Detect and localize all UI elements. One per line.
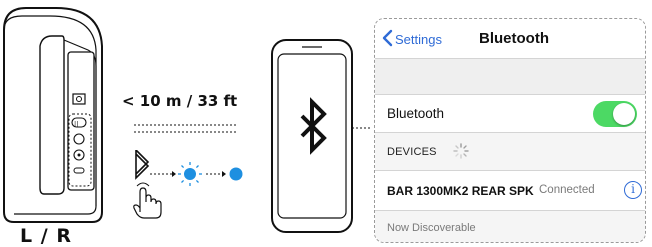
device-status: Connected xyxy=(539,184,595,196)
speaker-illustration: || xyxy=(3,7,103,223)
speaker-channel-label: L / R xyxy=(20,225,72,247)
svg-text:||: || xyxy=(74,120,78,128)
toggle-knob xyxy=(613,103,635,125)
discoverable-label: Now Discoverable xyxy=(387,222,476,234)
phone-illustration xyxy=(271,39,370,233)
back-button[interactable]: Settings xyxy=(395,32,442,47)
solid-led-icon xyxy=(229,167,243,181)
devices-header-row: DEVICES xyxy=(375,133,645,171)
finger-press-icon xyxy=(133,182,162,219)
blinking-led-icon xyxy=(178,162,202,186)
bluetooth-icon xyxy=(135,150,150,180)
section-spacer xyxy=(375,59,645,95)
range-dashed-line xyxy=(134,124,238,133)
chevron-left-icon[interactable] xyxy=(380,29,394,47)
info-icon[interactable]: i xyxy=(624,181,642,199)
bluetooth-label: Bluetooth xyxy=(387,106,445,121)
device-name: BAR 1300MK2 REAR SPK xyxy=(387,184,534,198)
page-title: Bluetooth xyxy=(479,30,549,47)
navigation-bar: Settings Bluetooth xyxy=(375,19,645,59)
bluetooth-settings-panel: Settings Bluetooth Bluetooth DEVICES BAR… xyxy=(374,18,646,243)
pairing-sequence xyxy=(133,150,243,219)
devices-header: DEVICES xyxy=(387,146,437,158)
bluetooth-toggle[interactable] xyxy=(593,101,637,127)
device-row[interactable]: BAR 1300MK2 REAR SPK Connected i xyxy=(375,171,645,211)
spinner-icon xyxy=(453,143,469,159)
discoverable-row: Now Discoverable xyxy=(375,211,645,242)
range-label: < 10 m / 33 ft xyxy=(122,92,238,110)
bluetooth-toggle-row: Bluetooth xyxy=(375,95,645,133)
